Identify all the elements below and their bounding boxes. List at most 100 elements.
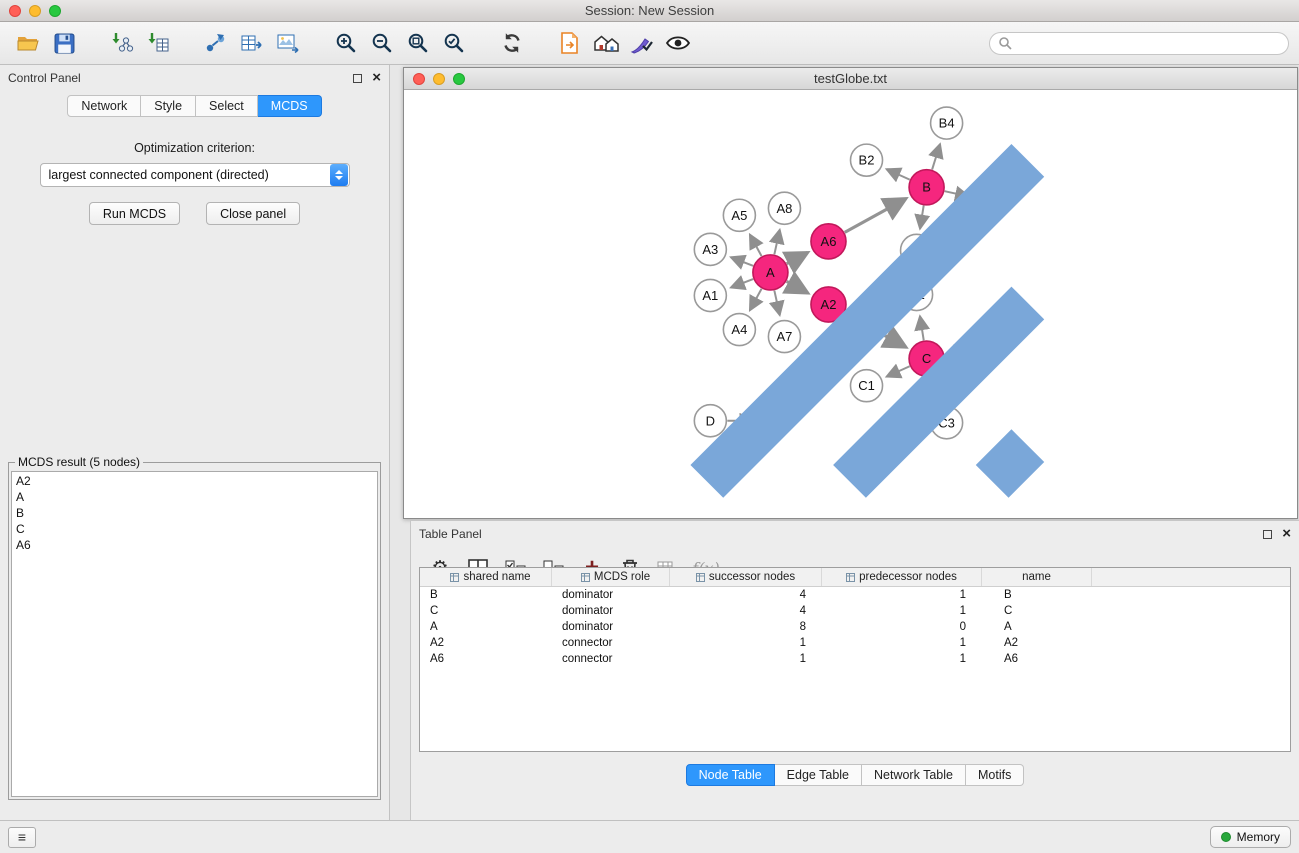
optimization-criterion-select[interactable]: largest connected component (directed): [40, 163, 350, 187]
tab-mcds[interactable]: MCDS: [258, 95, 322, 117]
network-close-button[interactable]: [413, 73, 425, 85]
table-row[interactable]: A6connector11A6: [420, 651, 1290, 667]
table-cell: connector: [552, 637, 670, 649]
result-item[interactable]: A6: [12, 537, 377, 553]
zoom-selected-button[interactable]: [436, 27, 472, 59]
tab-network-table[interactable]: Network Table: [862, 764, 966, 786]
import-table-button[interactable]: [140, 27, 176, 59]
result-item[interactable]: A: [12, 489, 377, 505]
column-header-name[interactable]: name: [982, 568, 1092, 586]
toolbar-search: [989, 32, 1289, 55]
close-panel-button[interactable]: Close panel: [206, 202, 300, 225]
brush-check-icon: [630, 32, 654, 54]
import-table-icon: [146, 32, 170, 54]
close-window-button[interactable]: [9, 5, 21, 17]
table-cell: B: [420, 589, 552, 601]
table-cell: A6: [420, 653, 552, 665]
table-cell: C: [982, 605, 1092, 617]
table-cell: 1: [822, 637, 982, 649]
table-cell: 1: [822, 605, 982, 617]
import-network-icon: [110, 32, 134, 54]
table-cell: 1: [670, 653, 822, 665]
status-bar: ≡ Memory: [0, 820, 1299, 853]
memory-button[interactable]: Memory: [1210, 826, 1291, 848]
network-canvas[interactable]: AA2A6BCA1A3A4A5A7A8B1B2B3B4C1C2C3C4DD1: [404, 90, 1297, 518]
tab-select[interactable]: Select: [196, 95, 258, 117]
network-zoom-button[interactable]: [453, 73, 465, 85]
tab-node-table[interactable]: Node Table: [686, 764, 775, 786]
table-row[interactable]: Adominator80A: [420, 619, 1290, 635]
result-item[interactable]: C: [12, 521, 377, 537]
refresh-icon: [501, 32, 523, 54]
table-cell: 1: [670, 637, 822, 649]
resize-grip-icon[interactable]: [403, 89, 1296, 517]
window-controls: [9, 5, 61, 17]
export-table-button[interactable]: [234, 27, 270, 59]
network-window-title: testGlobe.txt: [404, 71, 1297, 86]
document-arrow-icon: [560, 32, 580, 54]
table-cell: A2: [982, 637, 1092, 649]
memory-label: Memory: [1237, 830, 1280, 844]
network-minimize-button[interactable]: [433, 73, 445, 85]
control-panel-header: Control Panel ×: [0, 65, 389, 91]
search-input[interactable]: [1017, 36, 1280, 50]
table-row[interactable]: Bdominator41B: [420, 587, 1290, 603]
table-row[interactable]: A2connector11A2: [420, 635, 1290, 651]
zoom-out-button[interactable]: [364, 27, 400, 59]
zoom-in-button[interactable]: [328, 27, 364, 59]
show-hide-graphics-button[interactable]: [660, 27, 696, 59]
first-neighbors-button[interactable]: [552, 27, 588, 59]
mcds-result-list[interactable]: A2ABCA6: [11, 471, 378, 797]
result-item[interactable]: A2: [12, 473, 377, 489]
task-history-button[interactable]: ≡: [8, 827, 36, 848]
table-panel-title: Table Panel: [419, 527, 482, 541]
column-header-shared-name[interactable]: shared name: [420, 568, 552, 586]
table-cell: dominator: [552, 589, 670, 601]
mcds-result-box: MCDS result (5 nodes) A2ABCA6: [8, 455, 381, 800]
tab-motifs[interactable]: Motifs: [966, 764, 1024, 786]
zoom-fit-button[interactable]: [400, 27, 436, 59]
table-cell: 1: [822, 589, 982, 601]
table-cell: A: [982, 621, 1092, 633]
result-item[interactable]: B: [12, 505, 377, 521]
memory-status-icon: [1221, 832, 1231, 842]
open-session-button[interactable]: [10, 27, 46, 59]
tab-edge-table[interactable]: Edge Table: [775, 764, 862, 786]
zoom-window-button[interactable]: [49, 5, 61, 17]
column-header-predecessor-nodes[interactable]: predecessor nodes: [822, 568, 982, 586]
column-header-mcds-role[interactable]: MCDS role: [552, 568, 670, 586]
table-cell: connector: [552, 653, 670, 665]
table-cell: 1: [822, 653, 982, 665]
eye-icon: [665, 34, 691, 52]
tab-network[interactable]: Network: [67, 95, 141, 117]
export-image-button[interactable]: [270, 27, 306, 59]
dropdown-stepper-icon: [330, 164, 348, 186]
minimize-window-button[interactable]: [29, 5, 41, 17]
save-session-button[interactable]: [46, 27, 82, 59]
home-button[interactable]: [588, 27, 624, 59]
float-table-panel-icon[interactable]: [1263, 530, 1272, 539]
import-network-button[interactable]: [104, 27, 140, 59]
table-cell: dominator: [552, 621, 670, 633]
houses-icon: [593, 32, 619, 54]
export-network-button[interactable]: [198, 27, 234, 59]
table-panel-header: Table Panel ×: [411, 521, 1299, 547]
table-cell: 8: [670, 621, 822, 633]
refresh-view-button[interactable]: [494, 27, 530, 59]
table-cell: B: [982, 589, 1092, 601]
attribute-icon: [846, 573, 855, 582]
float-panel-icon[interactable]: [353, 74, 362, 83]
save-floppy-icon: [54, 33, 75, 54]
close-panel-icon[interactable]: ×: [372, 73, 381, 83]
titlebar: Session: New Session: [0, 0, 1299, 22]
close-table-panel-icon[interactable]: ×: [1282, 529, 1291, 539]
open-folder-icon: [16, 33, 40, 53]
header-filler: [1092, 568, 1290, 586]
apply-style-button[interactable]: [624, 27, 660, 59]
tab-style[interactable]: Style: [141, 95, 196, 117]
run-mcds-button[interactable]: Run MCDS: [89, 202, 180, 225]
table-cell: A: [420, 621, 552, 633]
table-cell: A2: [420, 637, 552, 649]
column-header-successor-nodes[interactable]: successor nodes: [670, 568, 822, 586]
table-row[interactable]: Cdominator41C: [420, 603, 1290, 619]
